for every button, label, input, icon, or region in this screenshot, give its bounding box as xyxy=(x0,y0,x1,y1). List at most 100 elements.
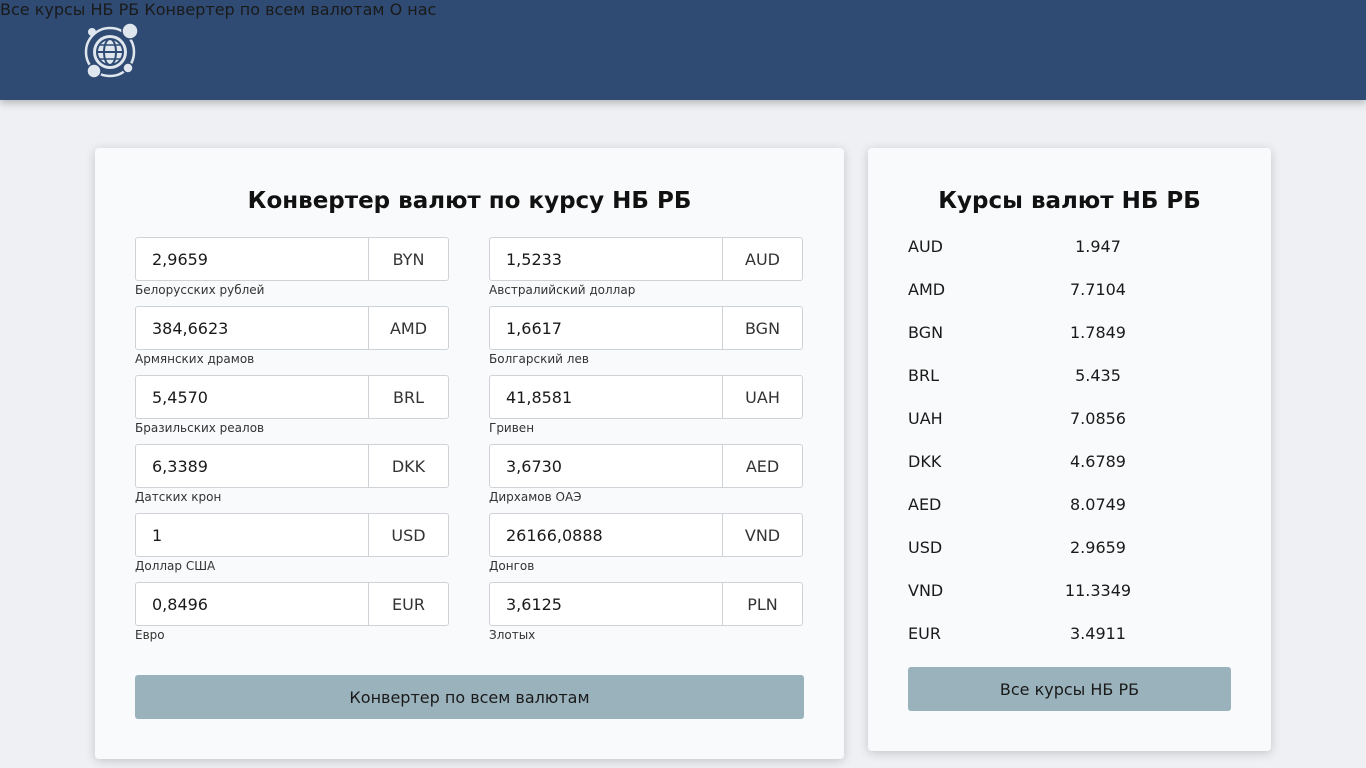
field-brl: BRL Бразильских реалов xyxy=(135,375,449,435)
rate-row: USD 2.9659 xyxy=(908,538,1228,558)
currency-name: Армянских драмов xyxy=(135,352,255,366)
input-group: AUD xyxy=(489,237,803,281)
amount-input-byn[interactable] xyxy=(136,238,369,280)
field-byn: BYN Белорусских рублей xyxy=(135,237,449,297)
rate-row: BGN 1.7849 xyxy=(908,323,1228,343)
rate-value: 7.7104 xyxy=(1070,280,1126,299)
rate-value: 1.947 xyxy=(1075,237,1121,256)
currency-code: BRL xyxy=(392,387,424,407)
rate-row: AED 8.0749 xyxy=(908,495,1228,515)
currency-code: AED xyxy=(745,456,780,476)
rates-title: Курсы валют НБ РБ xyxy=(938,188,1201,214)
rates-card: Курсы валют НБ РБ AUD 1.947 AMD 7.7104 B… xyxy=(868,148,1271,751)
field-eur: EUR Евро xyxy=(135,582,449,642)
currency-name: Бразильских реалов xyxy=(135,421,265,435)
input-group: USD xyxy=(135,513,449,557)
rate-row: BRL 5.435 xyxy=(908,366,1228,386)
rate-value: 2.9659 xyxy=(1070,538,1126,557)
rate-code: DKK xyxy=(908,452,942,471)
input-group: PLN xyxy=(489,582,803,626)
rate-value: 7.0856 xyxy=(1070,409,1126,428)
rate-value: 8.0749 xyxy=(1070,495,1126,514)
field-aed: AED Дирхамов ОАЭ xyxy=(489,444,803,504)
currency-code: UAH xyxy=(745,387,780,407)
input-group: AED xyxy=(489,444,803,488)
input-group: EUR xyxy=(135,582,449,626)
nav-about[interactable]: О нас xyxy=(390,0,437,19)
currency-code: AUD xyxy=(745,249,780,269)
rate-row: VND 11.3349 xyxy=(908,581,1228,601)
rate-row: DKK 4.6789 xyxy=(908,452,1228,472)
currency-code: USD xyxy=(391,525,426,545)
globe-coins-icon[interactable] xyxy=(80,18,144,82)
field-bgn: BGN Болгарский лев xyxy=(489,306,803,366)
currency-name: Гривен xyxy=(489,421,535,435)
rate-code: AMD xyxy=(908,280,946,299)
amount-input-dkk[interactable] xyxy=(136,445,369,487)
rate-code: AED xyxy=(908,495,942,514)
rate-value: 3.4911 xyxy=(1070,624,1126,643)
rate-value: 5.435 xyxy=(1075,366,1121,385)
field-aud: AUD Австралийский доллар xyxy=(489,237,803,297)
currency-name: Белорусских рублей xyxy=(135,283,265,297)
currency-name: Доллар США xyxy=(135,559,216,573)
all-rates-button[interactable]: Все курсы НБ РБ xyxy=(908,667,1231,711)
currency-name: Дирхамов ОАЭ xyxy=(489,490,582,504)
amount-input-pln[interactable] xyxy=(490,583,723,625)
input-group: BRL xyxy=(135,375,449,419)
field-uah: UAH Гривен xyxy=(489,375,803,435)
amount-input-bgn[interactable] xyxy=(490,307,723,349)
input-group: UAH xyxy=(489,375,803,419)
amount-input-vnd[interactable] xyxy=(490,514,723,556)
input-group: AMD xyxy=(135,306,449,350)
input-group: BGN xyxy=(489,306,803,350)
field-dkk: DKK Датских крон xyxy=(135,444,449,504)
currency-code: PLN xyxy=(747,594,778,614)
amount-input-amd[interactable] xyxy=(136,307,369,349)
site-header: Все курсы НБ РБ Конвертер по всем валюта… xyxy=(0,0,1366,100)
converter-title: Конвертер валют по курсу НБ РБ xyxy=(247,188,692,214)
rate-row: AUD 1.947 xyxy=(908,237,1228,257)
rate-row: AMD 7.7104 xyxy=(908,280,1228,300)
rate-code: AUD xyxy=(908,237,943,256)
currency-name: Донгов xyxy=(489,559,535,573)
rate-code: VND xyxy=(908,581,944,600)
input-group: DKK xyxy=(135,444,449,488)
currency-code: VND xyxy=(744,525,781,545)
amount-input-brl[interactable] xyxy=(136,376,369,418)
rate-code: BRL xyxy=(908,366,940,385)
amount-input-aud[interactable] xyxy=(490,238,723,280)
field-amd: AMD Армянских драмов xyxy=(135,306,449,366)
input-group: BYN xyxy=(135,237,449,281)
currency-name: Болгарский лев xyxy=(489,352,589,366)
currency-name: Австралийский доллар xyxy=(489,283,636,297)
field-pln: PLN Злотых xyxy=(489,582,803,642)
converter-card: Конвертер валют по курсу НБ РБ BYN Белор… xyxy=(95,148,844,759)
nav-converter[interactable]: Конвертер по всем валютам xyxy=(144,0,384,19)
field-usd: USD Доллар США xyxy=(135,513,449,573)
currency-code: EUR xyxy=(392,594,425,614)
rate-value: 1.7849 xyxy=(1070,323,1126,342)
rate-code: EUR xyxy=(908,624,941,643)
all-currencies-converter-button[interactable]: Конвертер по всем валютам xyxy=(135,675,804,719)
amount-input-uah[interactable] xyxy=(490,376,723,418)
rate-row: EUR 3.4911 xyxy=(908,624,1228,644)
currency-code: BYN xyxy=(392,249,425,269)
currency-code: AMD xyxy=(389,318,428,338)
rate-row: UAH 7.0856 xyxy=(908,409,1228,429)
currency-name: Злотых xyxy=(489,628,536,642)
amount-input-usd[interactable] xyxy=(136,514,369,556)
field-vnd: VND Донгов xyxy=(489,513,803,573)
amount-input-eur[interactable] xyxy=(136,583,369,625)
input-group: VND xyxy=(489,513,803,557)
currency-code: BGN xyxy=(744,318,781,338)
rate-value: 4.6789 xyxy=(1070,452,1126,471)
currency-name: Евро xyxy=(135,628,165,642)
currency-code: DKK xyxy=(391,456,426,476)
rate-code: BGN xyxy=(908,323,944,342)
rate-code: USD xyxy=(908,538,943,557)
nav-all-rates[interactable]: Все курсы НБ РБ xyxy=(0,0,139,19)
amount-input-aed[interactable] xyxy=(490,445,723,487)
rate-code: UAH xyxy=(908,409,943,428)
rate-value: 11.3349 xyxy=(1064,581,1132,600)
